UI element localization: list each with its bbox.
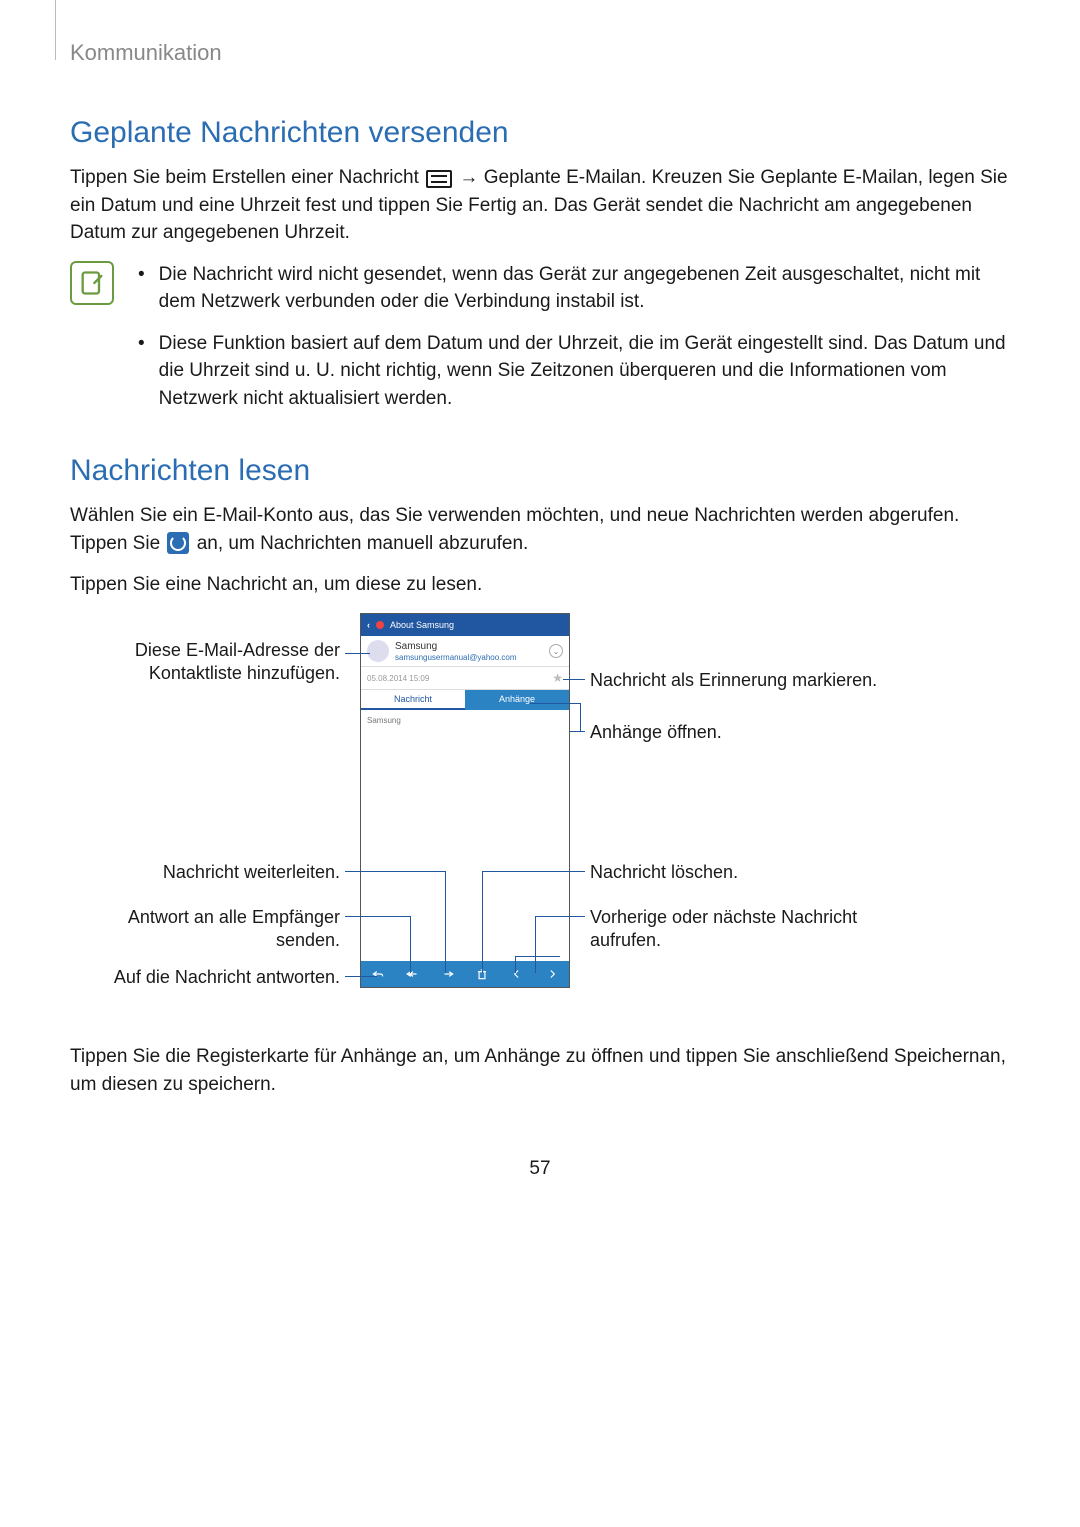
lead-line	[535, 916, 585, 917]
lead-line	[345, 871, 445, 872]
lead-line	[445, 871, 446, 973]
sender-email: samsungusermanual@yahoo.com	[395, 653, 517, 662]
note-list: •Die Nachricht wird nicht gesendet, wenn…	[138, 261, 1010, 427]
email-body: Samsung	[361, 710, 569, 731]
avatar-icon[interactable]	[367, 640, 389, 662]
callout-delete: Nachricht löschen.	[590, 861, 890, 884]
date-row: 05.08.2014 15:09 ★	[361, 667, 569, 690]
breadcrumb: Kommunikation	[70, 40, 1010, 66]
reply-all-icon[interactable]	[396, 961, 431, 987]
read-paragraph-1: Wählen Sie ein E-Mail-Konto aus, das Sie…	[70, 502, 1010, 557]
lead-line	[570, 731, 585, 732]
menu-icon	[426, 170, 452, 188]
list-item: •Die Nachricht wird nicht gesendet, wenn…	[138, 261, 1010, 316]
lead-line	[563, 679, 585, 680]
star-icon[interactable]: ★	[552, 671, 563, 685]
chevron-down-icon[interactable]: ⌄	[549, 644, 563, 658]
phone-header: ‹ About Samsung	[361, 614, 569, 636]
callout-reply-all: Antwort an alle Empfänger senden.	[70, 906, 340, 953]
email-date: 05.08.2014 15:09	[367, 674, 429, 683]
heading-read: Nachrichten lesen	[70, 454, 1010, 488]
lead-line	[345, 976, 377, 977]
bullet-text: Die Nachricht wird nicht gesendet, wenn …	[159, 261, 1010, 316]
tabs-row: Nachricht Anhänge	[361, 690, 569, 710]
forward-icon[interactable]	[430, 961, 465, 987]
list-item: •Diese Funktion basiert auf dem Datum un…	[138, 330, 1010, 413]
lead-line	[482, 871, 585, 872]
lead-line	[345, 653, 370, 654]
phone-title: About Samsung	[390, 620, 454, 630]
sender-name: Samsung	[395, 641, 517, 652]
heading-scheduled: Geplante Nachrichten versenden	[70, 116, 1010, 150]
page-number: 57	[70, 1158, 1010, 1180]
callout-star: Nachricht als Erinnerung markieren.	[590, 669, 930, 692]
read-paragraph-2: Tippen Sie eine Nachricht an, um diese z…	[70, 571, 1010, 599]
lead-line	[530, 703, 580, 704]
bottom-toolbar	[361, 961, 569, 987]
lead-line	[515, 956, 560, 957]
back-icon[interactable]: ‹	[367, 620, 370, 630]
lead-line	[482, 871, 483, 973]
note-block: •Die Nachricht wird nicht gesendet, wenn…	[70, 261, 1010, 427]
phone-mock: ‹ About Samsung Samsung samsungusermanua…	[360, 613, 570, 988]
callout-nav: Vorherige oder nächste Nachricht aufrufe…	[590, 906, 890, 953]
callout-attach: Anhänge öffnen.	[590, 721, 930, 744]
lead-line	[345, 916, 410, 917]
sender-row[interactable]: Samsung samsungusermanual@yahoo.com ⌄	[361, 636, 569, 667]
read-paragraph-3: Tippen Sie die Registerkarte für Anhänge…	[70, 1043, 1010, 1098]
callout-reply: Auf die Nachricht antworten.	[70, 966, 340, 989]
p1a: Tippen Sie beim Erstellen einer Nachrich…	[70, 167, 424, 188]
p1b: an, um Nachrichten manuell abzurufen.	[191, 533, 528, 554]
figure-email-screenshot: ‹ About Samsung Samsung samsungusermanua…	[70, 613, 1010, 1013]
app-dot-icon	[376, 621, 384, 629]
lead-line	[410, 916, 411, 973]
bullet-text: Diese Funktion basiert auf dem Datum und…	[159, 330, 1010, 413]
callout-forward: Nachricht weiterleiten.	[70, 861, 340, 884]
next-icon[interactable]	[534, 961, 569, 987]
scheduled-paragraph: Tippen Sie beim Erstellen einer Nachrich…	[70, 164, 1010, 247]
note-icon	[70, 261, 114, 305]
callout-add-contact: Diese E-Mail-Adresse der Kontaktliste hi…	[70, 639, 340, 686]
lead-line	[515, 956, 516, 973]
tab-message[interactable]: Nachricht	[361, 690, 465, 710]
lead-line	[535, 916, 536, 973]
tab-attachments[interactable]: Anhänge	[465, 690, 569, 710]
prev-icon[interactable]	[500, 961, 535, 987]
reply-icon[interactable]	[361, 961, 396, 987]
lead-line	[580, 703, 581, 731]
refresh-icon	[167, 532, 189, 554]
